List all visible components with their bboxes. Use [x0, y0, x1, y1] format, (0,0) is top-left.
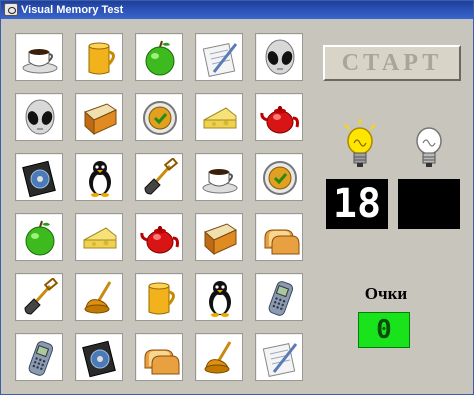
cheese-icon	[203, 107, 237, 129]
memory-card[interactable]	[75, 333, 123, 381]
green-apple-icon	[25, 220, 55, 256]
app-window: Visual Memory Test СТАРТ 18 Очки 0	[0, 0, 474, 395]
alien-head-icon	[265, 39, 295, 75]
memory-card[interactable]	[75, 93, 123, 141]
red-teapot-icon	[260, 106, 299, 134]
memory-card[interactable]	[255, 153, 303, 201]
memory-card[interactable]	[195, 273, 243, 321]
penguin-icon	[89, 161, 111, 197]
memory-card[interactable]	[195, 333, 243, 381]
memory-card[interactable]	[135, 153, 183, 201]
memory-card[interactable]	[255, 33, 303, 81]
coffee-cup-icon	[202, 169, 238, 194]
memory-card[interactable]	[75, 153, 123, 201]
memory-card[interactable]	[255, 213, 303, 261]
alien-head-icon	[25, 99, 55, 135]
time-counter: 18	[326, 179, 388, 229]
score-label: Очки	[364, 284, 408, 303]
memory-card[interactable]	[135, 213, 183, 261]
memory-card[interactable]	[15, 333, 63, 381]
memory-card[interactable]	[195, 33, 243, 81]
memory-card[interactable]	[15, 93, 63, 141]
red-teapot-icon	[140, 226, 179, 254]
clock-icon	[263, 161, 297, 195]
memory-card[interactable]	[135, 93, 183, 141]
memory-card[interactable]	[75, 33, 123, 81]
memory-card[interactable]	[15, 213, 63, 261]
start-button[interactable]: СТАРТ	[323, 45, 461, 81]
memory-card[interactable]	[135, 333, 183, 381]
memory-card[interactable]	[255, 93, 303, 141]
penguin-icon	[209, 281, 231, 317]
unlit-bulb-icon	[416, 127, 442, 167]
shovel-icon	[24, 278, 59, 315]
second-counter	[398, 179, 460, 229]
clock-icon	[143, 101, 177, 135]
score-display: 0	[358, 312, 410, 348]
memory-card[interactable]	[75, 213, 123, 261]
title-bar[interactable]: Visual Memory Test	[1, 1, 473, 19]
cd-case-icon	[82, 340, 116, 378]
memory-card[interactable]	[195, 153, 243, 201]
plunger-icon	[84, 281, 112, 314]
yellow-mug-icon	[148, 282, 175, 315]
memory-card[interactable]	[135, 33, 183, 81]
app-eye-icon	[4, 3, 18, 16]
window-title: Visual Memory Test	[21, 4, 124, 16]
memory-card[interactable]	[255, 273, 303, 321]
memory-card[interactable]	[15, 273, 63, 321]
memory-card[interactable]	[195, 213, 243, 261]
cheese-icon	[83, 227, 117, 249]
orange-book-icon	[204, 223, 238, 256]
mobile-phone-icon	[268, 281, 294, 316]
plunger-icon	[204, 341, 232, 374]
toast-icon	[264, 229, 300, 255]
coffee-cup-icon	[22, 49, 58, 74]
card-grid	[15, 33, 305, 385]
green-apple-icon	[145, 40, 175, 76]
notepad-pen-icon	[262, 343, 298, 377]
shovel-icon	[144, 158, 179, 195]
cd-case-icon	[22, 160, 56, 198]
orange-book-icon	[84, 103, 118, 136]
notepad-pen-icon	[202, 43, 238, 77]
mobile-phone-icon	[28, 341, 54, 376]
lit-bulb-icon	[344, 119, 376, 167]
toast-icon	[144, 349, 180, 375]
memory-card[interactable]	[195, 93, 243, 141]
memory-card[interactable]	[135, 273, 183, 321]
memory-card[interactable]	[15, 33, 63, 81]
memory-card[interactable]	[15, 153, 63, 201]
time-counter-value: 18	[332, 181, 382, 227]
memory-card[interactable]	[75, 273, 123, 321]
memory-card[interactable]	[255, 333, 303, 381]
yellow-mug-icon	[88, 42, 115, 75]
